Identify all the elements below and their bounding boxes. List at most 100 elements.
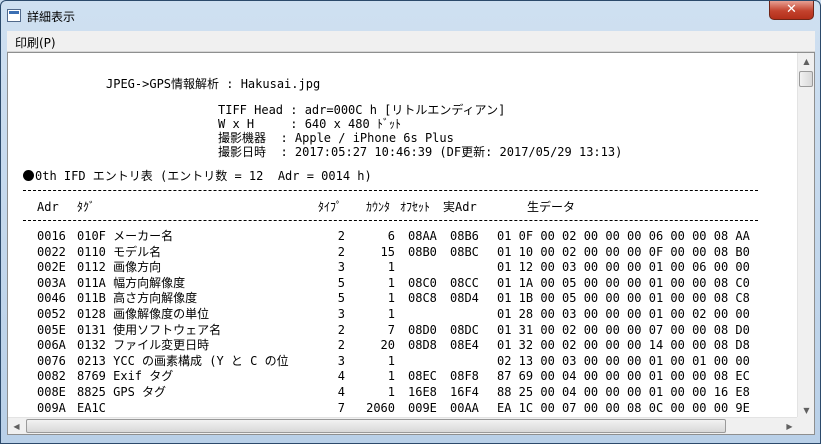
cell-count: 2060 — [366, 400, 395, 415]
menu-bar: 印刷(P) — [7, 31, 815, 52]
cell-tag: 0132 ファイル変更日時 — [77, 338, 210, 353]
ifd-title: 0th IFD エントリ表 (エントリ数 = 12 Adr = 0014 h) — [23, 169, 372, 185]
cell-raw: 88 25 00 04 00 00 00 01 00 00 16 E8 — [497, 385, 750, 399]
col-header-offset: ｵﾌｾｯﾄ — [400, 200, 431, 214]
cell-adr: 003A — [37, 275, 66, 290]
col-header-type: ﾀｲﾌﾟ — [318, 200, 343, 214]
cell-raw: 01 10 00 02 00 00 00 0F 00 00 08 B0 — [497, 244, 750, 259]
vertical-scroll-thumb[interactable] — [799, 71, 813, 87]
cell-type: 7 — [337, 400, 345, 415]
cell-type: 4 — [337, 385, 345, 399]
cell-raw: 01 28 00 03 00 00 00 01 00 02 00 00 — [497, 307, 750, 321]
cell-raw: EA 1C 00 07 00 00 08 0C 00 00 00 9E — [497, 400, 750, 415]
cell-adr: 0016 — [37, 229, 66, 243]
cell-raw: 01 31 00 02 00 00 00 07 00 00 08 D0 — [497, 322, 750, 337]
col-header-raw: 生データ — [527, 200, 576, 214]
separator-header — [23, 220, 758, 221]
close-button[interactable]: ✕ — [769, 1, 814, 20]
cell-tag: 0131 使用ソフトウェア名 — [77, 322, 222, 337]
cell-tag: 011B 高さ方向解像度 — [77, 291, 198, 306]
cell-offset: 08C8 — [408, 291, 437, 306]
cell-real-adr: 08CC — [450, 275, 479, 290]
menu-print[interactable]: 印刷(P) — [15, 34, 56, 51]
cell-tag: 011A 幅方向解像度 — [77, 275, 186, 290]
cell-tag: 8825 GPS タグ — [77, 385, 167, 399]
horizontal-scroll-thumb[interactable] — [26, 419, 726, 433]
cell-adr: 008E — [37, 385, 66, 399]
cell-tag: 0112 画像方向 — [77, 260, 162, 275]
cell-tag: EA1C — [77, 400, 106, 415]
cell-tag: 010F メーカー名 — [77, 229, 174, 243]
cell-real-adr: 08F8 — [450, 369, 479, 384]
cell-type: 3 — [337, 307, 345, 321]
cell-adr: 0046 — [37, 291, 66, 306]
cell-real-adr: 08D4 — [450, 291, 479, 306]
cell-count: 1 — [387, 353, 395, 368]
cell-count: 1 — [387, 385, 395, 399]
cell-adr: 005E — [37, 322, 66, 337]
cell-offset: 08B0 — [408, 244, 437, 259]
cell-count: 1 — [387, 291, 395, 306]
cell-raw: 87 69 00 04 00 00 00 01 00 00 08 EC — [497, 369, 750, 384]
cell-type: 3 — [337, 260, 345, 275]
cell-offset: 08D0 — [408, 322, 437, 337]
window-app-icon — [7, 9, 21, 22]
cell-type: 2 — [337, 322, 345, 337]
cell-tag: 0110 モデル名 — [77, 244, 162, 259]
cell-adr: 0052 — [37, 307, 66, 321]
col-header-adr: Adr — [37, 200, 59, 214]
cell-raw: 01 0F 00 02 00 00 00 06 00 00 08 AA — [497, 229, 750, 243]
cell-raw: 01 32 00 02 00 00 00 14 00 00 08 D8 — [497, 338, 750, 353]
horizontal-scrollbar[interactable]: ◀ ▶ — [8, 417, 798, 434]
scroll-right-icon[interactable]: ▶ — [781, 418, 798, 435]
report-view[interactable]: JPEG->GPS情報解析 : Hakusai.jpg TIFF Head : … — [7, 52, 815, 435]
col-header-tag: ﾀｸﾞ — [77, 200, 96, 214]
cell-offset: 08D8 — [408, 338, 437, 353]
cell-offset: 08AA — [408, 229, 437, 243]
cell-adr: 009A — [37, 400, 66, 415]
cell-type: 2 — [337, 338, 345, 353]
cell-real-adr: 08DC — [450, 322, 479, 337]
cell-type: 3 — [337, 353, 345, 368]
cell-count: 1 — [387, 275, 395, 290]
cell-count: 7 — [387, 322, 395, 337]
separator-top — [23, 190, 758, 191]
cell-real-adr: 08E4 — [450, 338, 479, 353]
cell-real-adr: 08B6 — [450, 229, 479, 243]
cell-type: 4 — [337, 369, 345, 384]
report-heading: JPEG->GPS情報解析 : Hakusai.jpg — [106, 77, 321, 91]
cell-real-adr: 16F4 — [450, 385, 479, 399]
cell-tag: 0128 画像解像度の単位 — [77, 307, 210, 321]
vertical-scrollbar[interactable]: ▲ ▼ — [797, 53, 814, 419]
col-header-real-adr: 実Adr — [443, 200, 477, 214]
scroll-up-icon[interactable]: ▲ — [798, 53, 815, 70]
cell-offset: 16E8 — [408, 385, 437, 399]
scrollbar-corner — [797, 417, 814, 434]
cell-raw: 01 12 00 03 00 00 00 01 00 06 00 00 — [497, 260, 750, 275]
cell-type: 5 — [337, 291, 345, 306]
cell-count: 6 — [387, 229, 395, 243]
cell-tag: 8769 Exif タグ — [77, 369, 174, 384]
cell-count: 1 — [387, 369, 395, 384]
cell-count: 20 — [380, 338, 395, 353]
cell-adr: 002E — [37, 260, 66, 275]
cell-offset: 009E — [408, 400, 437, 415]
cell-raw: 01 1B 00 05 00 00 00 01 00 00 08 C8 — [497, 291, 750, 306]
cell-offset: 08C0 — [408, 275, 437, 290]
cell-adr: 0082 — [37, 369, 66, 384]
cell-adr: 006A — [37, 338, 66, 353]
cell-raw: 02 13 00 03 00 00 00 01 00 01 00 00 — [497, 353, 750, 368]
cell-raw: 01 1A 00 05 00 00 00 01 00 00 08 C0 — [497, 275, 750, 290]
ifd-title-text: 0th IFD エントリ表 (エントリ数 = 12 Adr = 0014 h) — [35, 169, 372, 183]
cell-type: 2 — [337, 244, 345, 259]
title-bar[interactable]: 詳細表示 ✕ — [1, 1, 820, 31]
detail-window: 詳細表示 ✕ 印刷(P) JPEG->GPS情報解析 : Hakusai.jpg… — [0, 0, 821, 444]
report-content: JPEG->GPS情報解析 : Hakusai.jpg TIFF Head : … — [8, 53, 798, 419]
bullet-icon — [23, 170, 34, 181]
col-header-count: ｶｳﾝﾀ — [366, 200, 391, 214]
scroll-left-icon[interactable]: ◀ — [8, 418, 25, 435]
cell-type: 5 — [337, 275, 345, 290]
cell-tag: 0213 YCC の画素構成 (Y と C の位 — [77, 353, 289, 368]
cell-adr: 0076 — [37, 353, 66, 368]
cell-adr: 0022 — [37, 244, 66, 259]
